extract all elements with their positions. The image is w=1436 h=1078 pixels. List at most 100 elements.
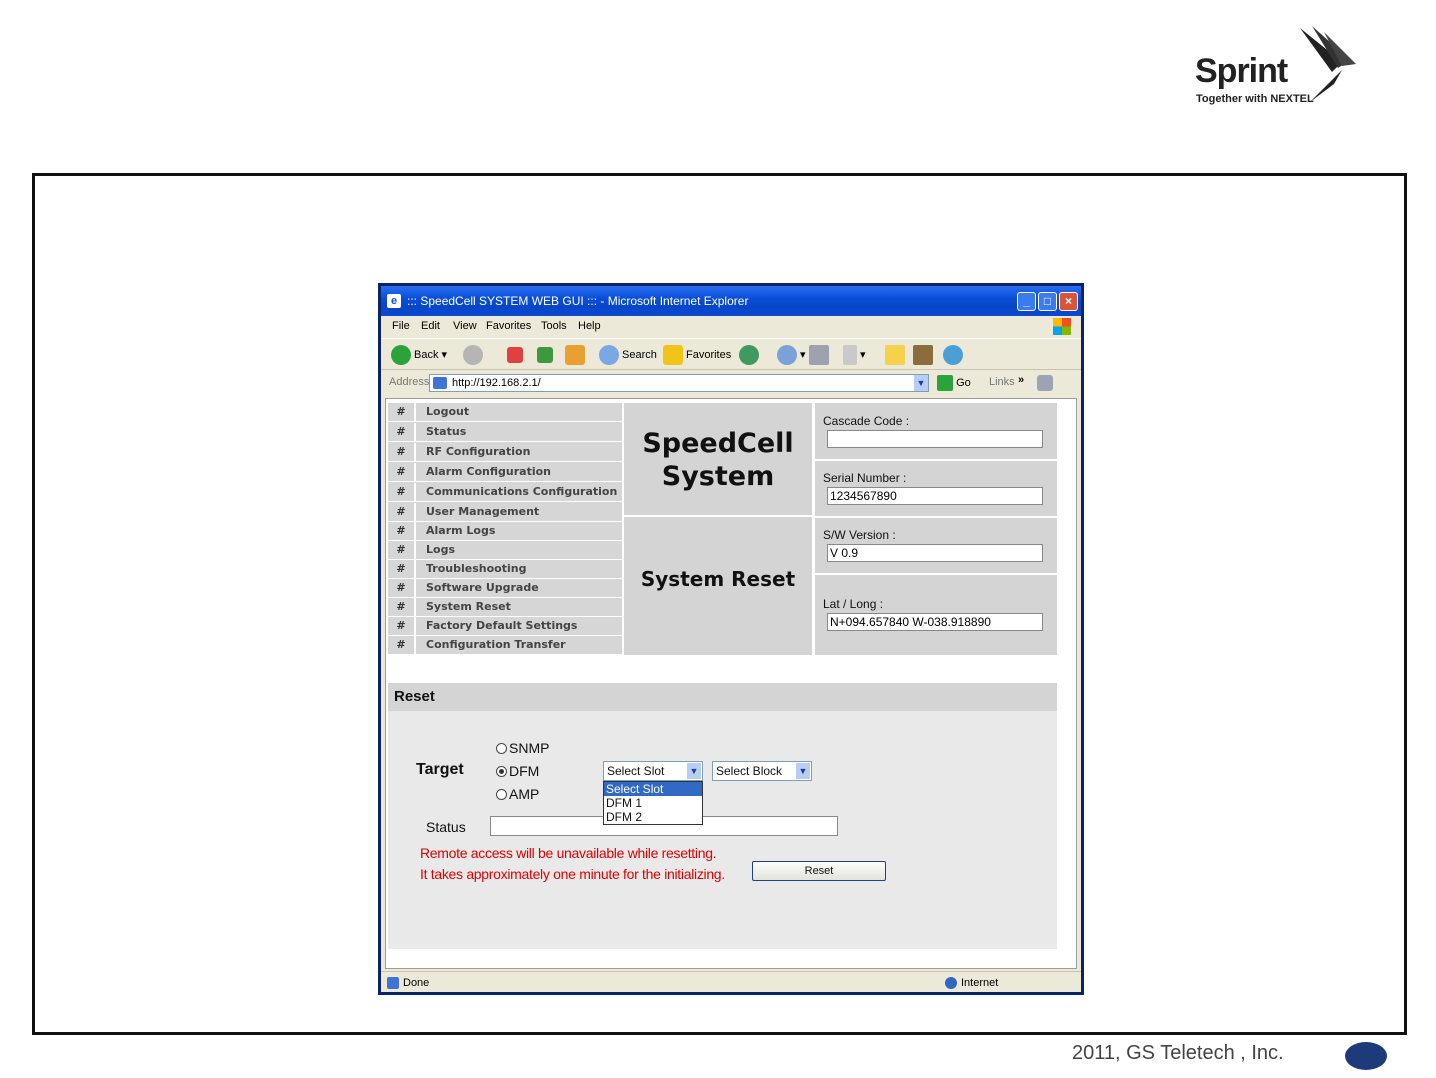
nav-hash: # [388,403,416,421]
links-label[interactable]: Links [989,376,1015,388]
menu-file[interactable]: File [392,320,410,332]
research-icon [913,345,933,366]
messenger-button[interactable] [943,345,966,366]
print-button[interactable] [809,345,832,366]
lat-long-label: Lat / Long : [823,597,884,611]
menu-help[interactable]: Help [578,320,601,332]
target-label: Target [416,761,464,778]
nav-hash: # [388,617,416,635]
status-bar: Done Internet [381,971,1081,993]
slot-option-select-slot[interactable]: Select Slot [604,782,702,796]
title-bar[interactable]: e ::: SpeedCell SYSTEM WEB GUI ::: - Mic… [381,286,1081,316]
nav-label: Software Upgrade [426,581,539,594]
radio-selected-icon[interactable] [496,766,507,777]
back-arrow-icon [391,345,411,366]
nav-item-user-management[interactable]: # User Management [388,503,622,522]
brand-header: SpeedCell System [624,403,812,517]
radio-label: SNMP [509,740,550,756]
nav-item-rf-configuration[interactable]: # RF Configuration [388,443,622,462]
target-radio-dfm[interactable]: DFM [496,763,539,779]
favorites-button[interactable]: Favorites [663,345,731,366]
target-radio-snmp[interactable]: SNMP [496,740,549,756]
sw-version-cell: S/W Version : [815,518,1057,575]
nav-item-alarm-logs[interactable]: # Alarm Logs [388,522,622,541]
radio-icon[interactable] [496,789,507,800]
toolbar: Back ▾ Search Favorites ▾ ▾ [381,338,1081,370]
address-input[interactable]: http://192.168.2.1/ ▼ [429,374,929,392]
radio-icon[interactable] [496,743,507,754]
address-dropdown-icon[interactable]: ▼ [914,375,928,391]
discuss-button[interactable] [885,345,908,366]
search-icon [599,345,619,366]
nav-item-status[interactable]: # Status [388,423,622,442]
reset-button[interactable]: Reset [752,861,886,881]
slot-option-dfm2[interactable]: DFM 2 [604,810,702,824]
menu-bar: File Edit View Favorites Tools Help [381,316,1081,338]
warning-text-duration: It takes approximately one minute for th… [420,866,725,882]
menu-favorites[interactable]: Favorites [486,320,531,332]
windows-flag-icon [1053,318,1071,335]
print-icon [809,345,829,366]
nav-item-configuration-transfer[interactable]: # Configuration Transfer [388,636,622,655]
slot-select[interactable]: Select Slot ▼ [603,761,703,781]
sw-version-field[interactable] [827,544,1043,562]
menu-view[interactable]: View [453,320,477,332]
nav-item-troubleshooting[interactable]: # Troubleshooting [388,560,622,579]
zone-text: Internet [961,977,999,989]
nav-item-logs[interactable]: # Logs [388,541,622,560]
radio-label: AMP [509,786,540,802]
note-icon [885,345,905,366]
stop-button[interactable] [507,345,526,365]
back-button[interactable]: Back ▾ [391,345,447,366]
search-button[interactable]: Search [599,345,657,366]
history-button[interactable] [739,345,762,366]
nav-item-alarm-configuration[interactable]: # Alarm Configuration [388,463,622,482]
nav-item-logout[interactable]: # Logout [388,403,622,422]
nav-item-software-upgrade[interactable]: # Software Upgrade [388,579,622,598]
nav-label: Status [426,425,467,438]
edit-button[interactable]: ▾ [843,345,866,366]
close-icon[interactable]: × [1059,292,1078,311]
side-menu: # Logout # Status # RF Configuration # Alarm… [388,403,622,655]
minimize-icon[interactable]: _ [1017,292,1036,311]
status-label: Status [426,819,466,835]
links-chevron-icon[interactable]: » [1018,374,1024,386]
brand-title: SpeedCell System [642,428,794,492]
slot-option-dfm1[interactable]: DFM 1 [604,796,702,810]
nav-item-communications-configuration[interactable]: # Communications Configuration [388,483,622,502]
go-button[interactable]: Go [937,374,971,392]
warning-text-remote: Remote access will be unavailable while … [420,845,717,861]
nav-label: Communications Configuration [426,485,618,498]
maximize-icon[interactable]: □ [1038,292,1057,311]
block-select[interactable]: Select Block ▼ [712,761,812,781]
mail-button[interactable]: ▾ [777,345,806,366]
search-label: Search [622,349,657,361]
refresh-button[interactable] [537,345,556,365]
menu-tools[interactable]: Tools [541,320,567,332]
menu-edit[interactable]: Edit [421,320,440,332]
window-title: ::: SpeedCell SYSTEM WEB GUI ::: - Micro… [407,294,749,308]
back-label: Back [414,349,439,361]
refresh-icon [537,347,553,364]
chevron-down-icon[interactable]: ▼ [796,763,810,779]
nav-item-factory-default-settings[interactable]: # Factory Default Settings [388,617,622,636]
serial-number-field[interactable] [827,487,1043,505]
block-select-value: Select Block [716,764,783,778]
home-button[interactable] [565,345,588,366]
edit-icon [843,345,857,366]
toolbar-extension-icon[interactable] [1037,375,1053,391]
target-radio-amp[interactable]: AMP [496,786,539,802]
research-button[interactable] [913,345,936,366]
nav-hash: # [388,443,416,461]
cascade-code-field[interactable] [827,430,1043,448]
nav-item-system-reset[interactable]: # System Reset [388,598,622,617]
nav-hash: # [388,483,416,501]
lat-long-field[interactable] [827,613,1043,631]
nav-label: System Reset [426,600,511,613]
forward-button[interactable] [463,345,486,366]
nav-label: RF Configuration [426,445,531,458]
logo-tagline: Together with NEXTEL [1196,93,1314,105]
brand-panel: SpeedCell System System Reset [624,403,812,655]
chevron-down-icon[interactable]: ▼ [687,763,701,779]
sprint-logo: Sprint Together with NEXTEL [1192,24,1362,108]
